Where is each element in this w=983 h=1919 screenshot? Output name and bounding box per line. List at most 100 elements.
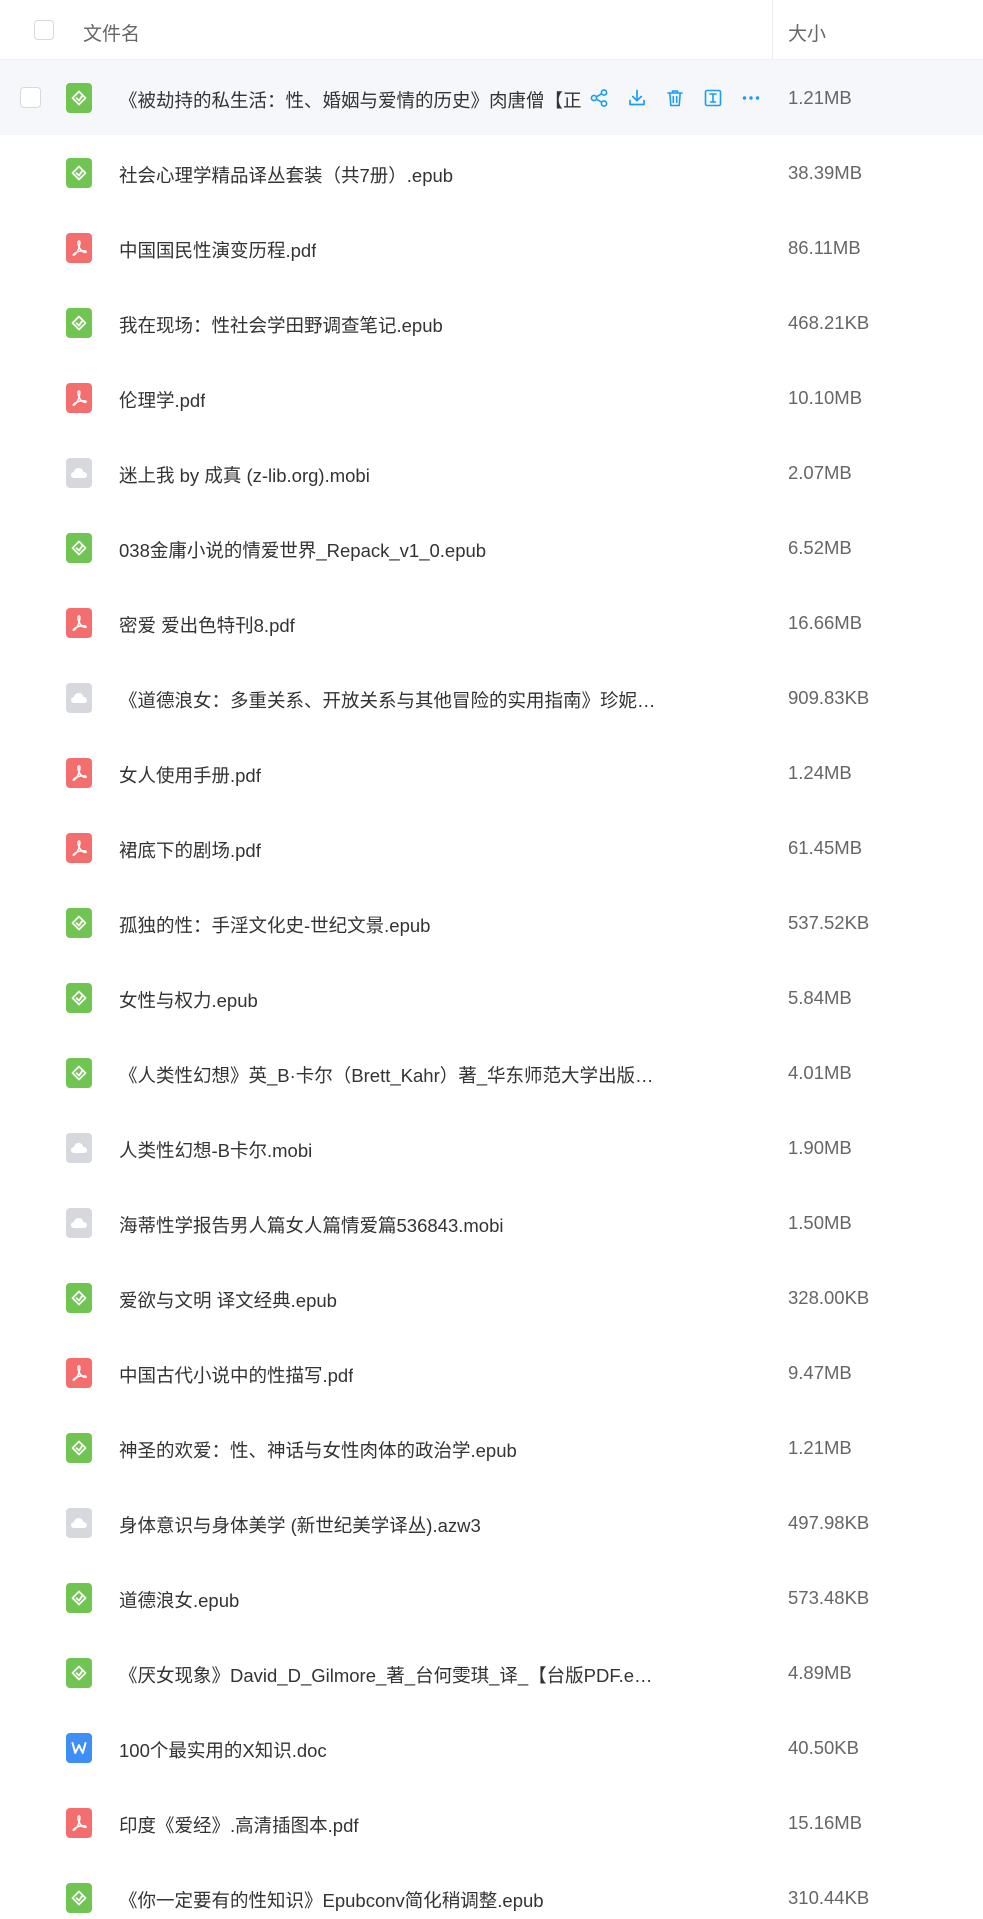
file-size: 1.90MB: [788, 1137, 852, 1158]
file-name[interactable]: 中国古代小说中的性描写.pdf: [119, 1362, 353, 1388]
file-size: 2.07MB: [788, 462, 852, 483]
column-header-name[interactable]: 文件名: [83, 19, 140, 46]
file-size: 5.84MB: [788, 987, 852, 1008]
file-name[interactable]: 100个最实用的X知识.doc: [119, 1737, 327, 1763]
file-row[interactable]: 道德浪女.epub 573.48KB: [0, 1560, 983, 1635]
file-name[interactable]: 《厌女现象》David_D_Gilmore_著_台何雯琪_译_【台版PDF.ep…: [119, 1662, 659, 1688]
file-name[interactable]: 身体意识与身体美学 (新世纪美学译丛).azw3: [119, 1512, 481, 1538]
file-name[interactable]: 女性与权力.epub: [119, 987, 258, 1013]
file-name[interactable]: 《道德浪女：多重关系、开放关系与其他冒险的实用指南》珍妮．...: [119, 687, 659, 713]
file-name[interactable]: 《人类性幻想》英_B·卡尔（Brett_Kahr）著_华东师范大学出版社....: [119, 1062, 659, 1088]
column-header-size[interactable]: 大小: [788, 19, 826, 46]
file-size: 909.83KB: [788, 687, 870, 708]
file-name[interactable]: 《你一定要有的性知识》Epubconv简化稍调整.epub: [119, 1887, 544, 1913]
file-name[interactable]: 我在现场：性社会学田野调查笔记.epub: [119, 312, 443, 338]
file-row[interactable]: 中国古代小说中的性描写.pdf 9.47MB: [0, 1335, 983, 1410]
rename-icon[interactable]: [702, 87, 724, 109]
column-divider[interactable]: [772, 0, 773, 60]
epub-file-icon: [66, 1583, 92, 1613]
file-row[interactable]: 孤独的性：手淫文化史-世纪文景.epub 537.52KB: [0, 885, 983, 960]
file-row[interactable]: 《人类性幻想》英_B·卡尔（Brett_Kahr）著_华东师范大学出版社....…: [0, 1035, 983, 1110]
epub-file-icon: [66, 1058, 92, 1088]
cloud-file-icon: [66, 458, 92, 488]
file-size: 4.89MB: [788, 1662, 852, 1683]
file-size: 38.39MB: [788, 162, 863, 183]
file-row[interactable]: 《道德浪女：多重关系、开放关系与其他冒险的实用指南》珍妮．... 909.83KB: [0, 660, 983, 735]
file-name[interactable]: 海蒂性学报告男人篇女人篇情爱篇536843.mobi: [119, 1212, 503, 1238]
file-name[interactable]: 印度《爱经》.高清插图本.pdf: [119, 1812, 359, 1838]
epub-file-icon: [66, 983, 92, 1013]
file-row[interactable]: 爱欲与文明 译文经典.epub 328.00KB: [0, 1260, 983, 1335]
epub-file-icon: [66, 308, 92, 338]
row-actions: [588, 84, 762, 112]
file-row[interactable]: 038金庸小说的情爱世界_Repack_v1_0.epub 6.52MB: [0, 510, 983, 585]
more-icon[interactable]: [740, 87, 762, 109]
file-name[interactable]: 裙底下的剧场.pdf: [119, 837, 261, 863]
file-row[interactable]: 神圣的欢爱：性、神话与女性肉体的政治学.epub 1.21MB: [0, 1410, 983, 1485]
epub-file-icon: [66, 1658, 92, 1688]
file-row[interactable]: 100个最实用的X知识.doc 40.50KB: [0, 1710, 983, 1785]
cloud-file-icon: [66, 1508, 92, 1538]
share-icon[interactable]: [588, 87, 610, 109]
file-name[interactable]: 神圣的欢爱：性、神话与女性肉体的政治学.epub: [119, 1437, 517, 1463]
cloud-file-icon: [66, 1208, 92, 1238]
file-name[interactable]: 爱欲与文明 译文经典.epub: [119, 1287, 337, 1313]
file-size: 1.21MB: [788, 1437, 852, 1458]
file-row[interactable]: 人类性幻想-B卡尔.mobi 1.90MB: [0, 1110, 983, 1185]
file-size: 497.98KB: [788, 1512, 870, 1533]
cloud-file-icon: [66, 1133, 92, 1163]
download-icon[interactable]: [626, 87, 648, 109]
file-row[interactable]: 我在现场：性社会学田野调查笔记.epub 468.21KB: [0, 285, 983, 360]
file-size: 4.01MB: [788, 1062, 852, 1083]
file-name[interactable]: 社会心理学精品译丛套装（共7册）.epub: [119, 162, 453, 188]
file-row[interactable]: 印度《爱经》.高清插图本.pdf 15.16MB: [0, 1785, 983, 1860]
select-all-checkbox[interactable]: [34, 20, 54, 40]
epub-file-icon: [66, 1433, 92, 1463]
file-row[interactable]: 女性与权力.epub 5.84MB: [0, 960, 983, 1035]
pdf-file-icon: [66, 1358, 92, 1388]
file-size: 537.52KB: [788, 912, 870, 933]
file-size: 328.00KB: [788, 1287, 870, 1308]
delete-icon[interactable]: [664, 87, 686, 109]
list-header: 文件名 大小: [0, 0, 983, 60]
file-name[interactable]: 道德浪女.epub: [119, 1587, 239, 1613]
file-row[interactable]: 密爱 爱出色特刊8.pdf 16.66MB: [0, 585, 983, 660]
file-name[interactable]: 中国国民性演变历程.pdf: [119, 237, 316, 263]
file-name[interactable]: 女人使用手册.pdf: [119, 762, 261, 788]
file-row[interactable]: 海蒂性学报告男人篇女人篇情爱篇536843.mobi 1.50MB: [0, 1185, 983, 1260]
file-size: 16.66MB: [788, 612, 863, 633]
file-size: 468.21KB: [788, 312, 870, 333]
pdf-file-icon: [66, 608, 92, 638]
file-row[interactable]: 身体意识与身体美学 (新世纪美学译丛).azw3 497.98KB: [0, 1485, 983, 1560]
pdf-file-icon: [66, 233, 92, 263]
pdf-file-icon: [66, 1808, 92, 1838]
file-name[interactable]: 密爱 爱出色特刊8.pdf: [119, 612, 295, 638]
file-name[interactable]: 人类性幻想-B卡尔.mobi: [119, 1137, 312, 1163]
epub-file-icon: [66, 158, 92, 188]
file-size: 1.50MB: [788, 1212, 852, 1233]
file-size: 10.10MB: [788, 387, 863, 408]
file-name[interactable]: 伦理学.pdf: [119, 387, 205, 413]
file-row[interactable]: 《你一定要有的性知识》Epubconv简化稍调整.epub 310.44KB: [0, 1860, 983, 1919]
file-row[interactable]: 中国国民性演变历程.pdf 86.11MB: [0, 210, 983, 285]
file-row[interactable]: 迷上我 by 成真 (z-lib.org).mobi 2.07MB: [0, 435, 983, 510]
file-row[interactable]: 《被劫持的私生活：性、婚姻与爱情的历史》肉唐僧【正版 1.21MB: [0, 60, 983, 135]
file-size: 86.11MB: [788, 237, 861, 258]
file-size: 1.21MB: [788, 87, 852, 108]
file-size: 6.52MB: [788, 537, 852, 558]
epub-file-icon: [66, 908, 92, 938]
file-row[interactable]: 伦理学.pdf 10.10MB: [0, 360, 983, 435]
file-row[interactable]: 《厌女现象》David_D_Gilmore_著_台何雯琪_译_【台版PDF.ep…: [0, 1635, 983, 1710]
row-checkbox[interactable]: [20, 87, 41, 108]
file-name[interactable]: 孤独的性：手淫文化史-世纪文景.epub: [119, 912, 430, 938]
file-name[interactable]: 《被劫持的私生活：性、婚姻与爱情的历史》肉唐僧【正版: [119, 87, 582, 113]
file-row[interactable]: 女人使用手册.pdf 1.24MB: [0, 735, 983, 810]
file-name[interactable]: 038金庸小说的情爱世界_Repack_v1_0.epub: [119, 537, 486, 563]
file-size: 61.45MB: [788, 837, 863, 858]
file-row[interactable]: 裙底下的剧场.pdf 61.45MB: [0, 810, 983, 885]
file-row[interactable]: 社会心理学精品译丛套装（共7册）.epub 38.39MB: [0, 135, 983, 210]
file-size: 573.48KB: [788, 1587, 870, 1608]
file-list: 文件名 大小 《被劫持的私生活：性、婚姻与爱情的历史》肉唐僧【正版 1.21MB 社…: [0, 0, 983, 1919]
cloud-file-icon: [66, 683, 92, 713]
file-name[interactable]: 迷上我 by 成真 (z-lib.org).mobi: [119, 462, 370, 488]
